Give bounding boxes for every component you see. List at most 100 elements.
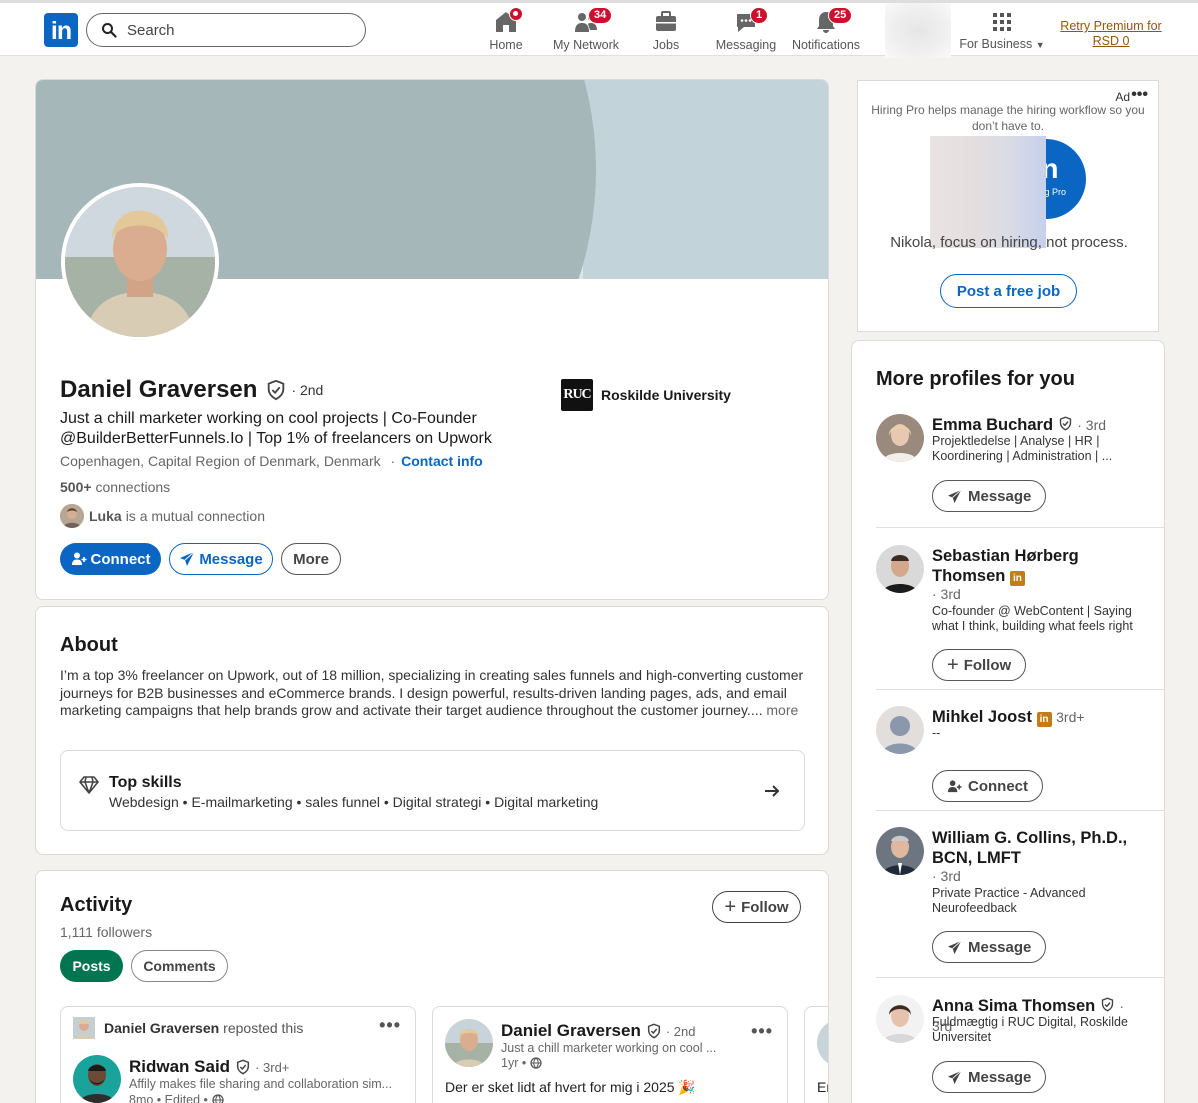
post-meta-text: 1yr • (501, 1056, 527, 1070)
post-author-avatar[interactable] (445, 1019, 493, 1067)
more-button[interactable]: More (281, 543, 341, 575)
profile-location: Copenhagen, Capital Region of Denmark, D… (60, 453, 483, 469)
post-text-partial: Er (817, 1079, 828, 1095)
post-meta: 8mo • Edited • (129, 1093, 224, 1103)
suggestion-name[interactable]: Sebastian Hørberg Thomsen in (932, 546, 1147, 586)
suggestion-degree: · 3rd (1077, 417, 1107, 433)
nav-notifications[interactable]: 25 Notifications (781, 7, 871, 52)
nav-jobs[interactable]: Jobs (621, 10, 711, 52)
suggestion-action-label: Message (968, 938, 1032, 956)
messaging-badge: 1 (750, 7, 769, 24)
mutual-connection[interactable]: Luka is a mutual connection (60, 504, 265, 528)
education-name: Roskilde University (601, 387, 731, 403)
post-card[interactable]: Daniel Graversen reposted this ••• Ridwa… (60, 1006, 416, 1103)
post-free-job-button[interactable]: Post a free job (940, 274, 1077, 308)
briefcase-icon (656, 11, 676, 31)
tab-comments[interactable]: Comments (131, 950, 228, 982)
nav-home[interactable]: Home (461, 7, 551, 52)
suggestion-follow-button[interactable]: + Follow (932, 649, 1027, 681)
connect-button[interactable]: Connect (60, 543, 161, 575)
profile-photo-image (65, 187, 215, 337)
suggestion-avatar[interactable] (876, 414, 924, 462)
suggestion-degree: 3rd+ (1056, 709, 1085, 725)
suggestion-avatar[interactable] (876, 545, 924, 593)
verified-shield-icon[interactable] (265, 379, 287, 401)
profile-photo[interactable] (61, 183, 219, 341)
home-notification-dot (509, 7, 523, 21)
top-nav: in Home 34 My Network Jobs 1 Messaging (0, 0, 1198, 58)
suggestion-action-label: Message (968, 487, 1032, 505)
post-author-degree: · 3rd+ (255, 1059, 290, 1075)
post-author-degree: · 2nd (665, 1023, 696, 1039)
suggestion-message-button[interactable]: Message (932, 480, 1047, 512)
suggestion-message-button[interactable]: Message (932, 1061, 1047, 1093)
verified-shield-icon (1059, 416, 1071, 431)
suggestion-name[interactable]: Mihkel Joost in 3rd+ (932, 707, 1147, 727)
activity-title: Activity (60, 894, 133, 916)
message-button[interactable]: Message (169, 543, 273, 575)
plus-icon: + (724, 896, 737, 918)
profile-name: Daniel Graversen · 2nd (60, 376, 323, 404)
premium-link[interactable]: Retry Premium for RSD 0 (1056, 19, 1166, 49)
top-skills-box[interactable]: Top skills Webdesign • E-mailmarketing •… (60, 750, 805, 831)
post-meta-text: 8mo • Edited • (129, 1093, 208, 1103)
send-icon (947, 489, 962, 503)
suggestion-message-button[interactable]: Message (932, 931, 1047, 963)
linkedin-logo[interactable]: in (44, 13, 78, 47)
more-label: More (293, 550, 329, 568)
verified-shield-icon (1101, 997, 1113, 1012)
nav-my-network[interactable]: 34 My Network (541, 7, 631, 52)
message-label: Message (199, 550, 263, 568)
divider (876, 689, 1164, 690)
about-more-link[interactable]: more (766, 702, 798, 718)
suggestion-name[interactable]: William G. Collins, Ph.D., BCN, LMFT (932, 828, 1147, 868)
post-author[interactable]: Ridwan Said · 3rd+ (129, 1057, 289, 1077)
tab-posts[interactable]: Posts (60, 950, 123, 982)
suggestion-avatar[interactable] (876, 827, 924, 875)
divider (876, 977, 1164, 978)
post-card[interactable]: Daniel Graversen · 2nd ••• Just a chill … (432, 1006, 788, 1103)
me-avatar-blurred[interactable] (885, 3, 951, 58)
activity-follow-button[interactable]: + Follow (712, 891, 801, 923)
contact-info-link[interactable]: Contact info (401, 453, 483, 469)
post-menu-icon[interactable]: ••• (379, 1015, 401, 1036)
connections-count[interactable]: 500+ connections (60, 479, 170, 495)
nav-home-label: Home (489, 38, 523, 52)
post-author[interactable]: Daniel Graversen · 2nd (501, 1021, 696, 1041)
nav-messaging-label: Messaging (715, 38, 777, 52)
linkedin-premium-icon: in (1036, 712, 1052, 727)
diamond-icon (79, 776, 99, 794)
contact-separator: · (390, 453, 396, 469)
nav-for-business[interactable]: For Business ▼ (957, 10, 1047, 51)
reposter-name[interactable]: Daniel Graversen (104, 1020, 219, 1036)
followers-count: 1,111 followers (60, 924, 153, 940)
suggestion-headline: Projektledelse | Analyse | HR | Koordine… (932, 434, 1113, 463)
connection-degree: · 2nd (291, 382, 324, 398)
search-input[interactable] (127, 21, 347, 39)
suggestion-headline: Private Practice - Advanced Neurofeedbac… (932, 886, 1086, 915)
search-box[interactable] (86, 13, 366, 47)
suggestion-action-label: Follow (963, 656, 1012, 674)
apps-grid-icon (993, 13, 1011, 31)
suggestion-connect-button[interactable]: Connect (932, 770, 1043, 802)
mutual-name: Luka (89, 508, 122, 524)
post-menu-icon[interactable]: ••• (751, 1021, 773, 1042)
post-card-partial[interactable]: Er (804, 1006, 828, 1103)
arrow-right-icon[interactable] (762, 781, 782, 801)
post-author-avatar[interactable] (73, 1055, 121, 1103)
suggestion-headline: Fuldmægtig i RUC Digital, Roskilde Unive… (932, 1015, 1128, 1044)
suggestion-action-label: Message (968, 1068, 1032, 1086)
reposter-avatar (73, 1017, 95, 1039)
education-link[interactable]: RUC Roskilde University (561, 379, 731, 411)
nav-jobs-label: Jobs (652, 38, 680, 52)
suggestion-avatar[interactable] (876, 706, 924, 754)
ad-card: Ad ••• Hiring Pro helps manage the hirin… (857, 80, 1159, 332)
nav-notifications-label: Notifications (791, 38, 861, 52)
suggestion-name[interactable]: Emma Buchard · 3rd (932, 415, 1147, 435)
post-meta: 1yr • (501, 1056, 542, 1070)
repost-header: Daniel Graversen reposted this (73, 1017, 303, 1039)
nav-messaging[interactable]: 1 Messaging (701, 7, 791, 52)
suggestion-avatar[interactable] (876, 995, 924, 1043)
divider (876, 527, 1164, 528)
connections-number: 500+ (60, 479, 92, 495)
